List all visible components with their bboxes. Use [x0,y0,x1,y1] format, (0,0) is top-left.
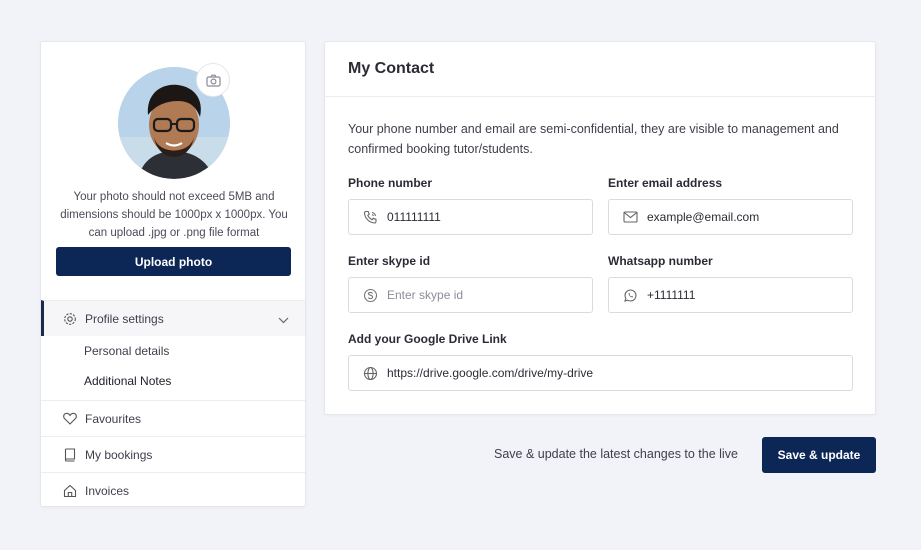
drive-label: Add your Google Drive Link [348,332,507,346]
change-photo-button[interactable] [196,63,230,97]
upload-photo-button[interactable]: Upload photo [56,247,291,276]
email-input[interactable] [647,210,827,224]
skype-icon [362,287,378,303]
whatsapp-field[interactable] [608,277,853,313]
sidebar-item-bookings[interactable]: My bookings [41,436,305,472]
sidebar-subitem-personal-details[interactable]: Personal details [41,336,305,366]
photo-requirements-text: Your photo should not exceed 5MB and dim… [60,191,288,239]
gear-icon [63,312,77,326]
heart-icon [63,412,77,426]
whatsapp-input[interactable] [647,288,827,302]
sidebar-nav: Profile settings Personal details Additi… [41,300,305,508]
skype-field[interactable] [348,277,593,313]
sidebar-item-label: Profile settings [85,311,164,326]
email-field[interactable] [608,199,853,235]
skype-label: Enter skype id [348,254,431,268]
sidebar-item-invoices[interactable]: Invoices [41,472,305,508]
save-update-button[interactable]: Save & update [762,437,876,473]
profile-sidebar: Your photo should not exceed 5MB and dim… [40,41,306,507]
phone-field[interactable] [348,199,593,235]
page-title: My Contact [348,60,435,77]
sidebar-item-favourites[interactable]: Favourites [41,400,305,436]
sidebar-item-label: Invoices [85,483,130,498]
phone-icon [362,209,378,225]
drive-link-field[interactable] [348,355,853,391]
sidebar-item-label: My bookings [85,447,153,462]
whatsapp-label: Whatsapp number [608,254,713,268]
profile-settings-submenu: Personal details Additional Notes [41,336,305,400]
skype-input[interactable] [387,288,567,302]
chevron-down-icon[interactable] [278,313,289,327]
sidebar-item-profile-settings[interactable]: Profile settings [41,300,305,336]
whatsapp-icon [622,287,638,303]
avatar-container [118,63,230,179]
sidebar-subitem-additional-notes[interactable]: Additional Notes [41,366,305,396]
drive-link-input[interactable] [387,366,807,380]
card-header: My Contact [325,42,875,97]
phone-input[interactable] [387,210,567,224]
globe-icon [362,365,378,381]
contact-description: Your phone number and email are semi-con… [348,122,839,156]
contact-card: My Contact Your phone number and email a… [324,41,876,415]
book-icon [63,447,77,462]
home-icon [63,484,77,498]
email-label: Enter email address [608,176,723,190]
mail-icon [622,209,638,225]
sidebar-item-label: Favourites [85,411,142,426]
save-note-text: Save & update the latest changes to the … [494,447,738,461]
camera-icon [205,74,221,87]
phone-label: Phone number [348,176,433,190]
